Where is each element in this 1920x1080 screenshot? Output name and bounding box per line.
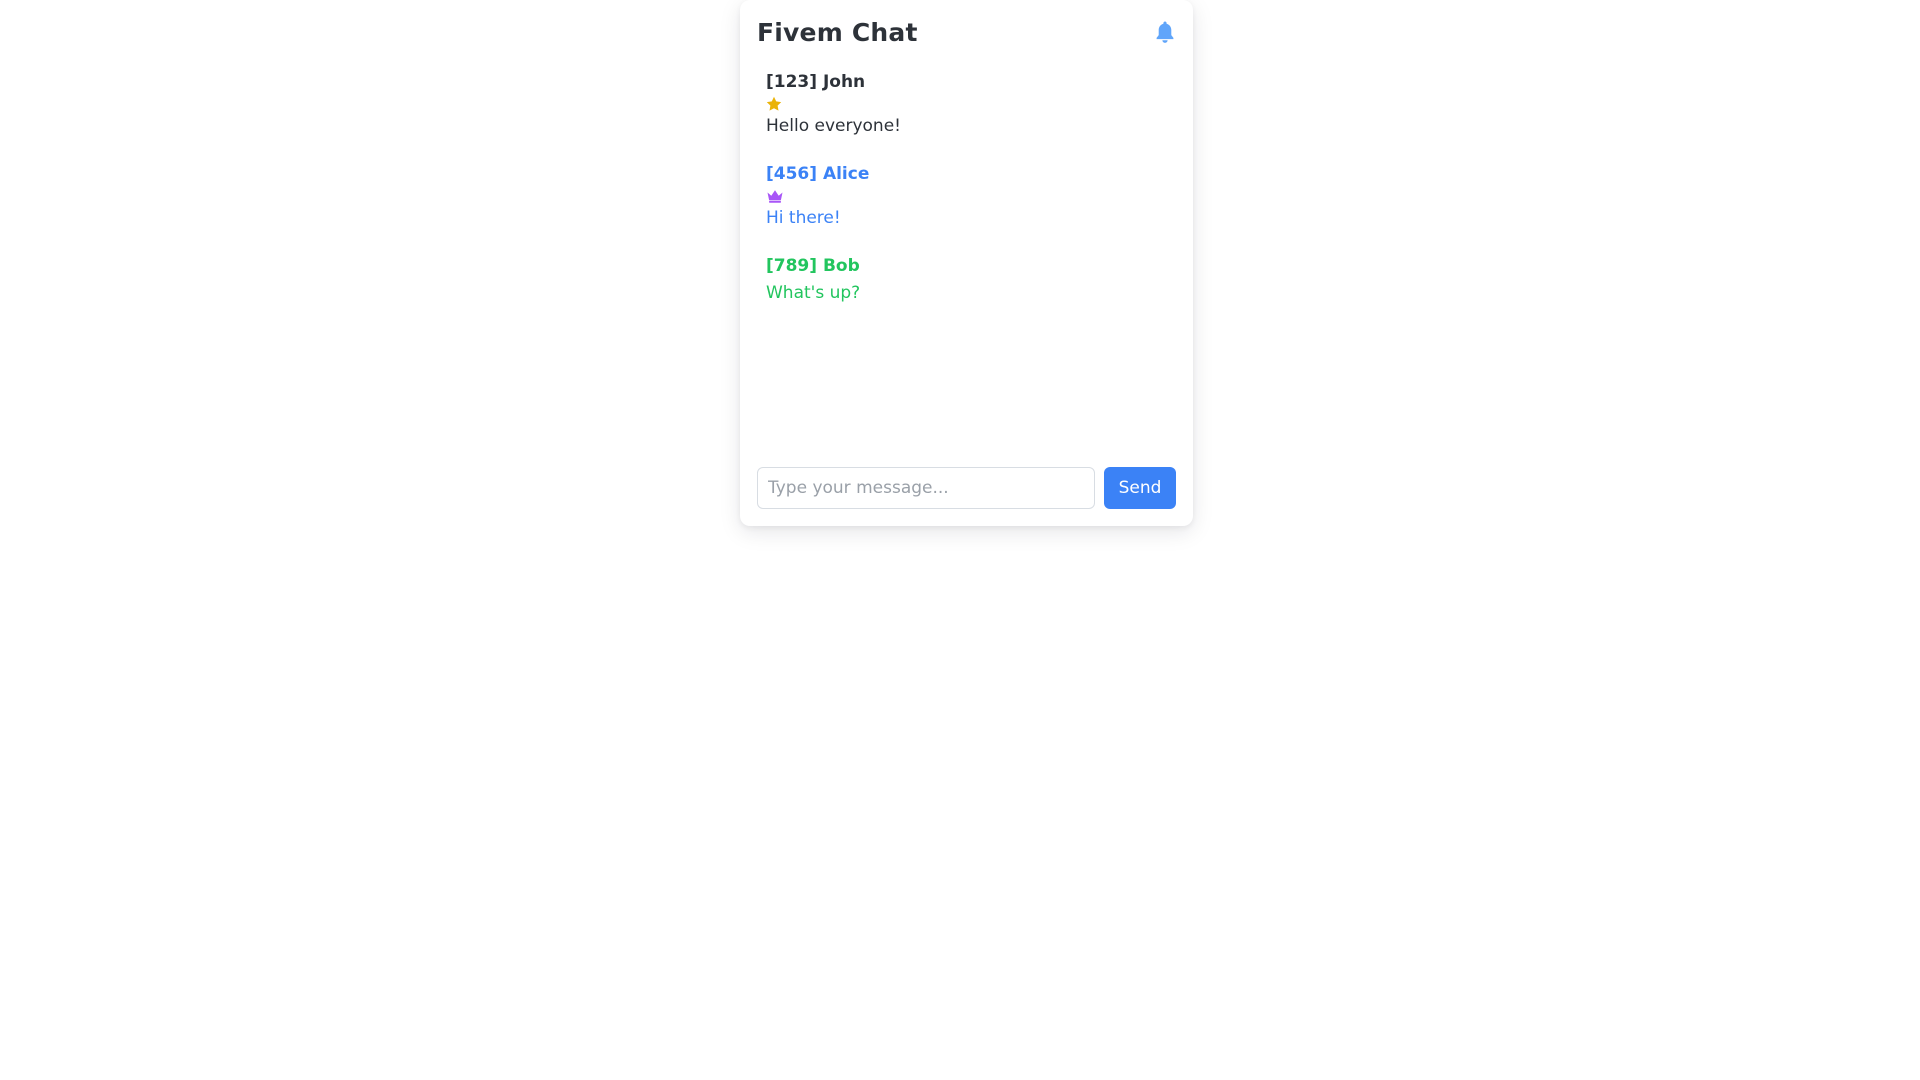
bell-icon-svg [1156,21,1174,43]
crown-icon-svg [767,190,783,203]
send-button[interactable]: Send [1104,467,1176,509]
message-author: [456] Alice [766,164,870,184]
bell-icon[interactable] [1154,19,1176,45]
chat-message: [456] Alice Hi there! [766,162,1167,230]
message-composer: Send [757,467,1176,509]
chat-panel: Fivem Chat [123] John Hello everyone! [4… [740,0,1193,526]
message-input[interactable] [757,467,1095,509]
chat-message: [123] John Hello everyone! [766,70,1167,138]
message-text: Hello everyone! [766,116,901,136]
crown-icon [766,186,1167,206]
star-icon-svg [766,96,782,111]
message-list: [123] John Hello everyone! [456] Alice H… [766,70,1167,329]
message-text: What's up? [766,283,861,303]
message-author: [123] John [766,72,866,92]
star-icon [766,94,1167,114]
chat-title: Fivem Chat [757,17,918,47]
message-author: [789] Bob [766,256,860,276]
chat-message: [789] Bob What's up? [766,254,1167,305]
chat-header: Fivem Chat [757,14,1176,50]
message-text: Hi there! [766,208,841,228]
